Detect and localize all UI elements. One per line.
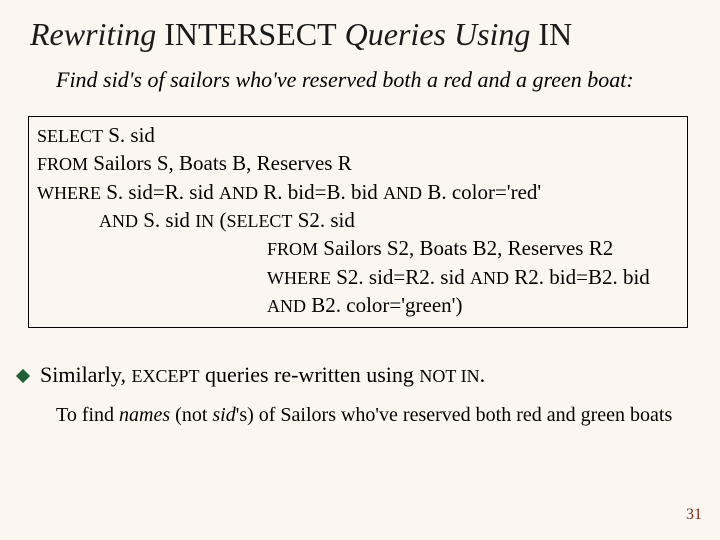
bullet-icon [16, 369, 30, 383]
kw-select-2: SELECT [226, 211, 292, 231]
sql-line-6: WHERE S2. sid=R2. sid AND R2. bid=B2. bi… [37, 263, 679, 291]
kw-where-2: WHERE [267, 268, 331, 288]
note-c: (not [170, 404, 212, 426]
bullet-text: Similarly, EXCEPT queries re-written usi… [40, 362, 485, 388]
sql-line-2: FROM Sailors S, Boats B, Reserves R [37, 149, 679, 177]
kw-from-2: FROM [267, 239, 318, 259]
sql-l3-c: B. color='red' [422, 180, 541, 204]
bullet-item: Similarly, EXCEPT queries re-written usi… [18, 362, 698, 388]
sql-l7-rest: B2. color='green') [306, 293, 462, 317]
footnote: To find names (not sid's) of Sailors who… [56, 404, 696, 427]
bullet-c: queries re-written using [199, 362, 419, 387]
kw-from: FROM [37, 154, 88, 174]
bullet-e: . [480, 362, 486, 387]
title-intersect: INTERSECT [164, 16, 336, 52]
sql-line-4: AND S. sid IN (SELECT S2. sid [37, 206, 679, 234]
bullet-except: EXCEPT [131, 366, 199, 386]
kw-and-2: AND [383, 183, 422, 203]
bullet-notin: NOT IN [419, 366, 479, 386]
sql-line-5: FROM Sailors S2, Boats B2, Reserves R2 [37, 234, 679, 262]
sql-l3-b: R. bid=B. bid [258, 180, 383, 204]
title-part-2: Queries Using [337, 16, 539, 52]
sql-l5-rest: Sailors S2, Boats B2, Reserves R2 [318, 236, 613, 260]
sql-line-1: SELECT S. sid [37, 121, 679, 149]
title-part-1: Rewriting [30, 16, 164, 52]
kw-and-5: AND [267, 296, 306, 316]
note-sid: sid [212, 404, 235, 426]
kw-in: IN [195, 211, 214, 231]
sql-l6-a: S2. sid=R2. sid [331, 265, 470, 289]
note-a: To find [56, 404, 119, 426]
sql-l2-rest: Sailors S, Boats B, Reserves R [88, 151, 352, 175]
bullet-a: Similarly, [40, 362, 131, 387]
sql-l4-a: S. sid [138, 208, 195, 232]
kw-and-4: AND [470, 268, 509, 288]
sql-line-3: WHERE S. sid=R. sid AND R. bid=B. bid AN… [37, 178, 679, 206]
note-e: 's) of Sailors who've reserved both red … [236, 404, 673, 426]
sql-l4-b: ( [214, 208, 226, 232]
slide: Rewriting INTERSECT Queries Using IN Fin… [0, 0, 720, 540]
sql-line-7: AND B2. color='green') [37, 291, 679, 319]
problem-statement: Find sid's of sailors who've reserved bo… [56, 66, 666, 94]
kw-and-1: AND [219, 183, 258, 203]
page-number: 31 [686, 506, 702, 524]
kw-and-3: AND [99, 211, 138, 231]
kw-where: WHERE [37, 183, 101, 203]
title-in: IN [538, 16, 572, 52]
sql-code-box: SELECT S. sid FROM Sailors S, Boats B, R… [28, 116, 688, 328]
sql-l1-rest: S. sid [103, 123, 155, 147]
kw-select: SELECT [37, 126, 103, 146]
sql-l4-rest: S2. sid [292, 208, 354, 232]
sql-l3-a: S. sid=R. sid [101, 180, 219, 204]
slide-title: Rewriting INTERSECT Queries Using IN [30, 16, 572, 53]
sql-l6-b: R2. bid=B2. bid [509, 265, 650, 289]
note-names: names [119, 404, 170, 426]
